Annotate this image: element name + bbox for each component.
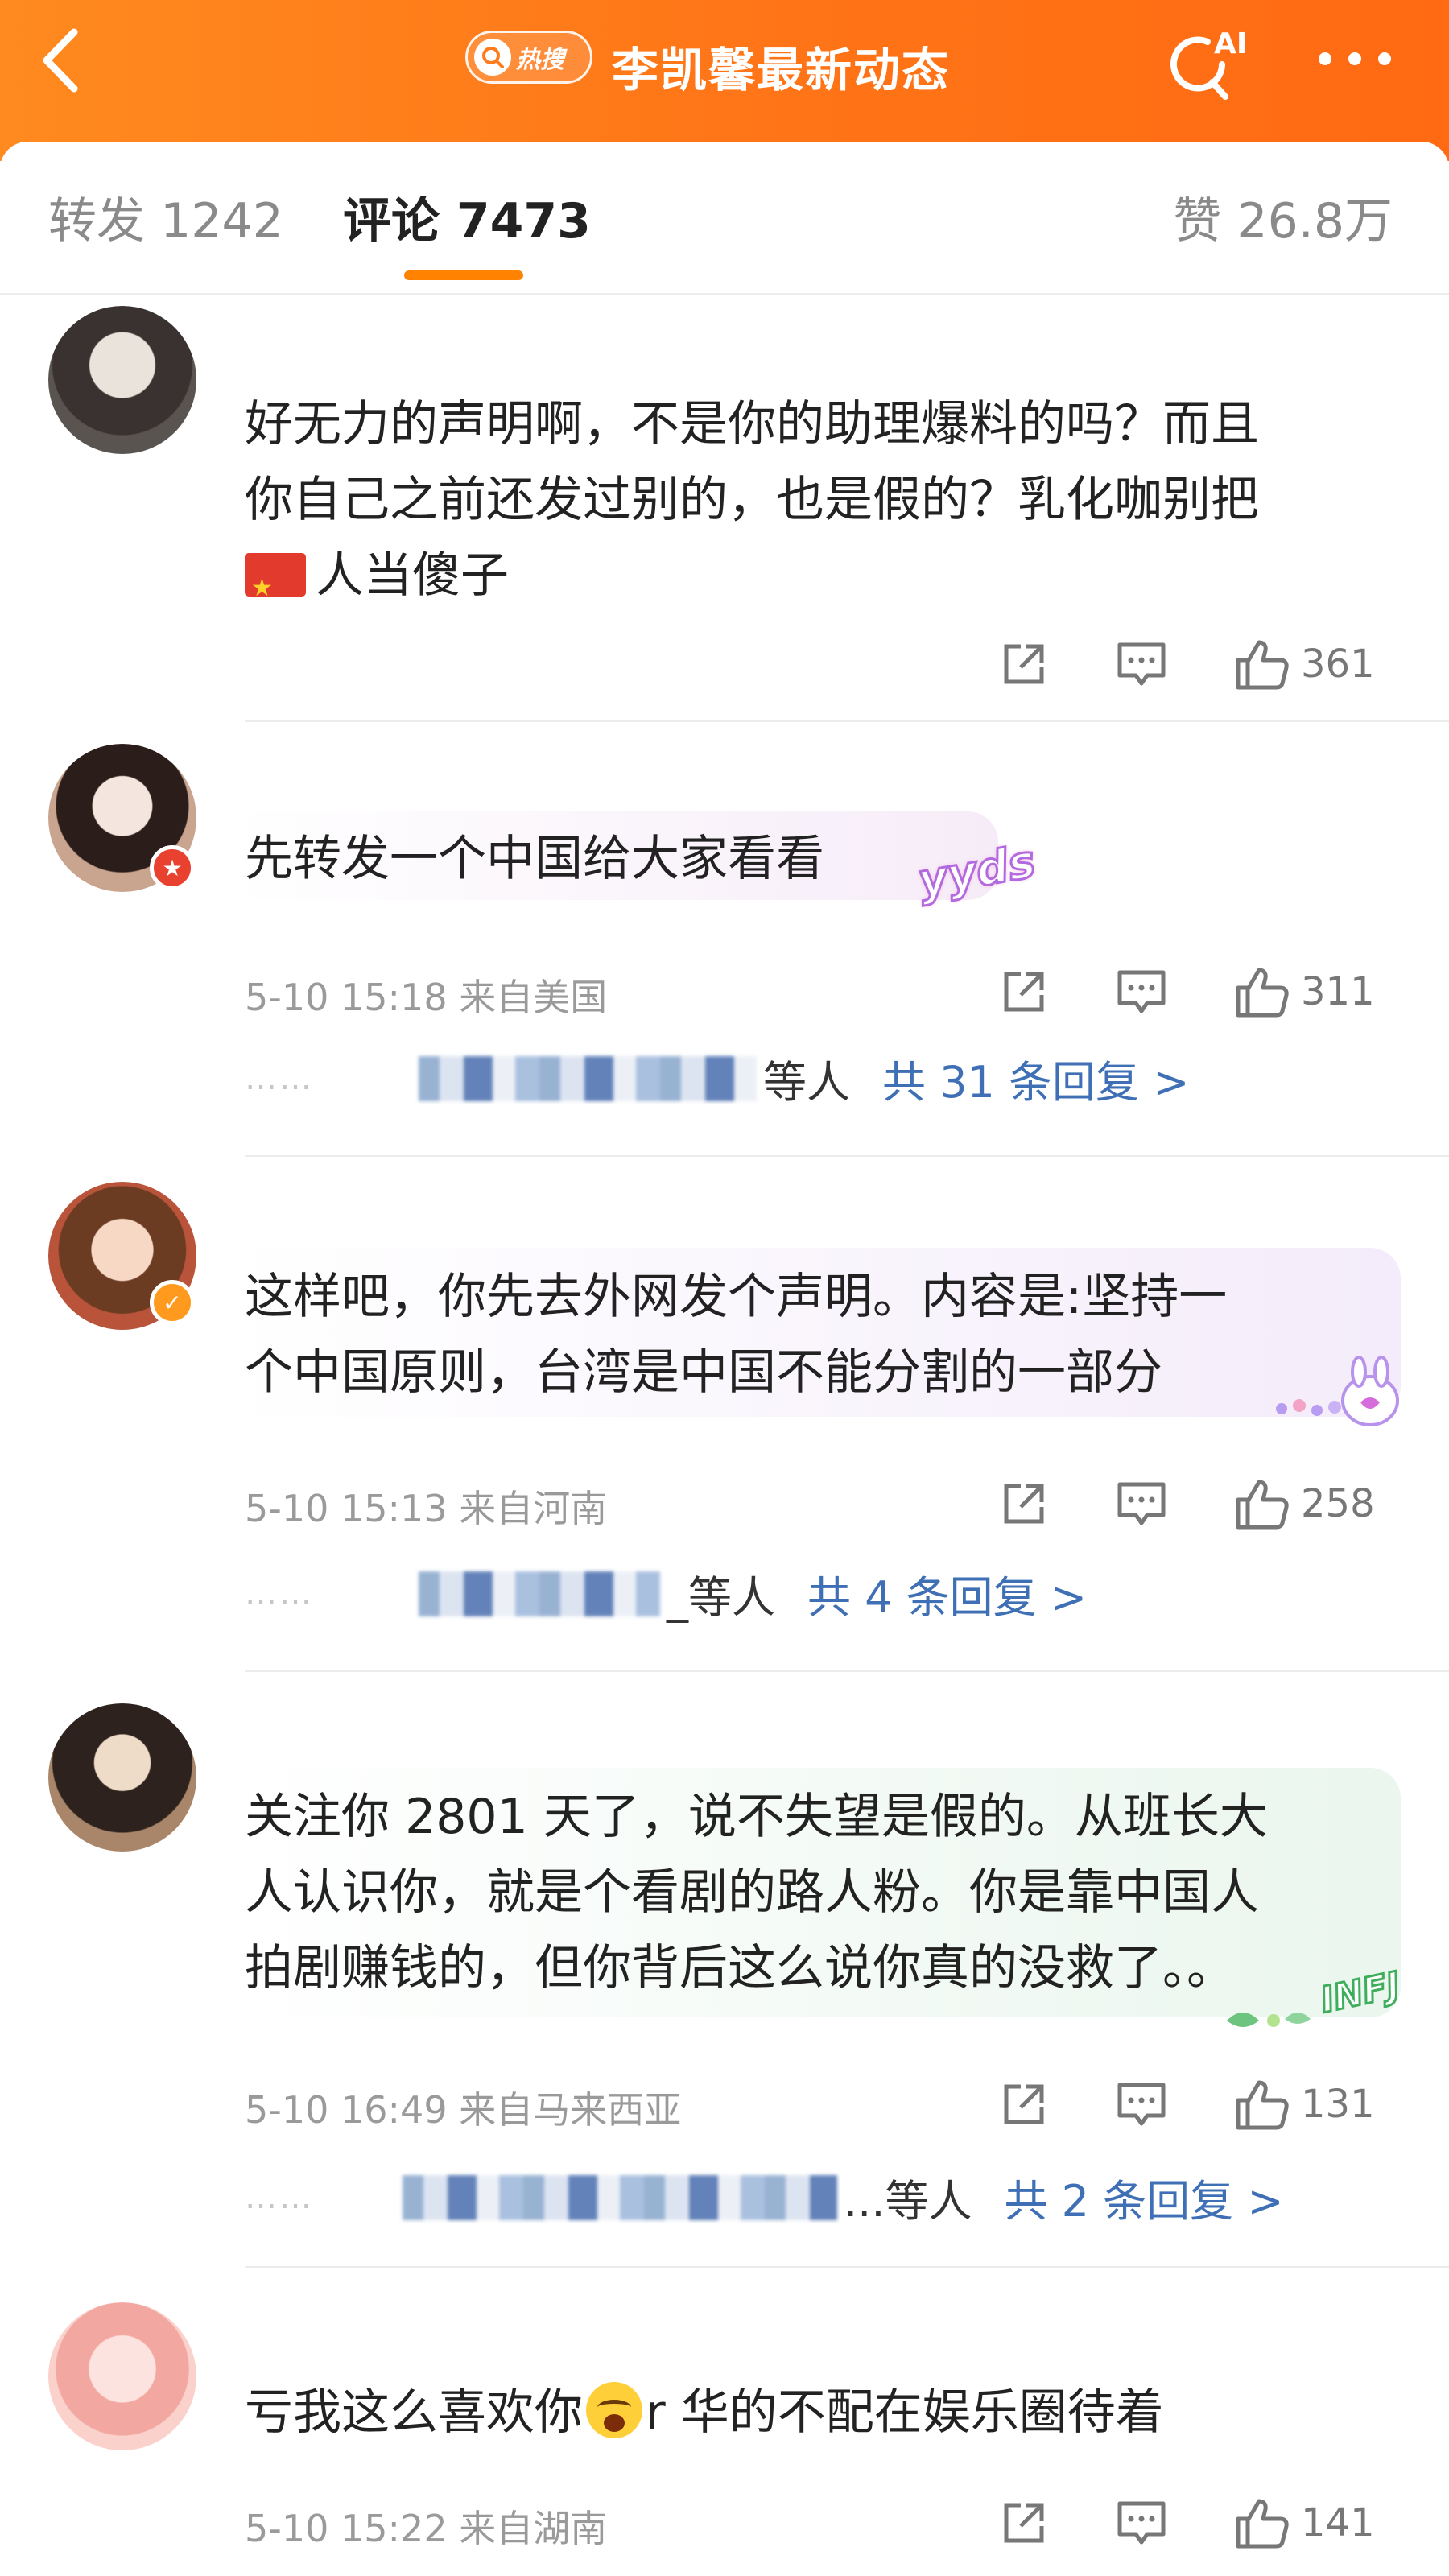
comment-item: 关注你 2801 天了，说不失望是假的。从班长大 人认识你，就是个看剧的路人粉。… bbox=[0, 1674, 1449, 2270]
like-count: 258 bbox=[1301, 1481, 1375, 1526]
view-replies-link[interactable]: 共 4 条回复 > bbox=[807, 1562, 1087, 1625]
like-button[interactable]: 361 bbox=[1233, 632, 1375, 696]
top-bar: 热搜 李凯馨最新动态 AI bbox=[0, 0, 1449, 161]
comment-text: 亏我这么喜欢你 r 华的不配在娱乐圈待着 bbox=[245, 2375, 1388, 2450]
comment-meta: 5-10 15:22 来自湖南 bbox=[245, 2507, 608, 2550]
share-icon bbox=[1004, 2084, 1044, 2124]
divider bbox=[245, 1155, 1449, 1157]
comment-text: 好无力的声明啊，不是你的助理爆料的吗？而且 你自己之前还发过别的，也是假的？乳化… bbox=[245, 386, 1388, 626]
active-tab-indicator bbox=[404, 270, 523, 280]
share-button[interactable] bbox=[998, 1472, 1050, 1536]
like-count: 361 bbox=[1301, 642, 1375, 687]
replies-suffix: ...等人 bbox=[844, 2176, 972, 2227]
comment-actions: 258 bbox=[998, 1472, 1401, 1536]
tab-comment[interactable]: 评论 7473 bbox=[343, 185, 591, 258]
blurred-usernames bbox=[419, 1571, 660, 1616]
share-button[interactable] bbox=[998, 2491, 1050, 2555]
like-count: 141 bbox=[1301, 2500, 1375, 2545]
reply-icon bbox=[1117, 642, 1166, 686]
comment-item: 好无力的声明啊，不是你的助理爆料的吗？而且 你自己之前还发过别的，也是假的？乳化… bbox=[0, 298, 1449, 724]
orange-verified-badge-icon: ✓ bbox=[150, 1280, 195, 1325]
svg-text:AI: AI bbox=[1214, 27, 1247, 60]
share-button[interactable] bbox=[998, 2072, 1050, 2136]
avatar[interactable] bbox=[48, 1703, 196, 1852]
like-button[interactable]: 131 bbox=[1233, 2072, 1375, 2136]
tab-repost[interactable]: 转发 1242 bbox=[48, 185, 283, 258]
ai-search-icon: AI bbox=[1170, 27, 1247, 100]
share-icon bbox=[1004, 2503, 1044, 2543]
china-flag-icon bbox=[245, 551, 306, 626]
ai-search-button[interactable]: AI bbox=[1166, 23, 1256, 103]
comment-actions: 361 bbox=[998, 632, 1401, 696]
tab-like[interactable]: 赞 26.8万 bbox=[1173, 185, 1393, 258]
comment-text: 先转发一个中国给大家看看 bbox=[245, 831, 824, 887]
tab-bar: 转发 1242 评论 7473 赞 26.8万 bbox=[0, 142, 1449, 295]
reply-button[interactable] bbox=[1115, 632, 1168, 696]
replies-dots: …… bbox=[245, 1575, 314, 1612]
reply-icon bbox=[1117, 2501, 1166, 2545]
replies-suffix: 等人 bbox=[763, 1057, 850, 1108]
like-button[interactable]: 258 bbox=[1233, 1472, 1375, 1536]
back-button[interactable] bbox=[32, 24, 97, 97]
replies-preview: …… ...等人 共 2 条回复 > bbox=[245, 2165, 1284, 2229]
like-count: 311 bbox=[1301, 969, 1375, 1014]
thumbs-up-icon bbox=[1236, 640, 1289, 690]
blurred-usernames bbox=[402, 2174, 837, 2220]
comment-text: 这样吧，你先去外网发个声明。内容是:坚持一 个中国原则，台湾是中国不能分割的一部… bbox=[245, 1269, 1228, 1401]
page-title: 李凯馨最新动态 bbox=[612, 43, 951, 97]
crying-emoji-icon bbox=[586, 2382, 642, 2438]
thumbs-up-icon bbox=[1236, 2499, 1289, 2549]
view-replies-link[interactable]: 共 2 条回复 > bbox=[1005, 2165, 1284, 2229]
share-icon bbox=[1004, 1484, 1044, 1524]
replies-dots: …… bbox=[245, 1059, 314, 1097]
comment-meta: 5-10 15:18 来自美国 bbox=[245, 976, 608, 1019]
comment-text: 关注你 2801 天了，说不失望是假的。从班长大 人认识你，就是个看剧的路人粉。… bbox=[245, 1789, 1268, 1996]
view-replies-link[interactable]: 共 31 条回复 > bbox=[882, 1046, 1189, 1110]
comment-actions: 131 bbox=[998, 2072, 1401, 2136]
like-button[interactable]: 311 bbox=[1233, 960, 1375, 1024]
comment-item: ★ 先转发一个中国给大家看看 yyds 5-10 15:18 来自美国 311 … bbox=[0, 724, 1449, 1159]
thumbs-up-icon bbox=[1236, 968, 1289, 1018]
share-button[interactable] bbox=[998, 632, 1050, 696]
blurred-usernames bbox=[419, 1055, 757, 1101]
red-vip-badge-icon: ★ bbox=[150, 845, 195, 890]
comment-meta: 5-10 16:49 来自马来西亚 bbox=[245, 2088, 682, 2132]
share-icon bbox=[1004, 972, 1044, 1012]
reply-button[interactable] bbox=[1115, 2072, 1168, 2136]
thumbs-up-icon bbox=[1236, 1480, 1289, 1530]
replies-preview: …… 等人 共 31 条回复 > bbox=[245, 1046, 1189, 1110]
hot-search-label: 热搜 bbox=[516, 46, 564, 74]
thumbs-up-icon bbox=[1236, 2080, 1289, 2130]
leaf-decoration-icon bbox=[1227, 2013, 1311, 2027]
avatar[interactable] bbox=[48, 306, 196, 454]
comment-actions: 311 bbox=[998, 960, 1401, 1024]
search-icon bbox=[474, 39, 511, 76]
bunny-sticker-icon bbox=[1276, 1356, 1399, 1426]
reply-button[interactable] bbox=[1115, 1472, 1168, 1536]
replies-suffix: _等人 bbox=[667, 1572, 775, 1623]
comment-item: ✓ 这样吧，你先去外网发个声明。内容是:坚持一 个中国原则，台湾是中国不能分割的… bbox=[0, 1159, 1449, 1674]
chevron-left-icon bbox=[43, 28, 78, 93]
divider bbox=[245, 2266, 1449, 2268]
divider bbox=[245, 720, 1449, 722]
reply-icon bbox=[1117, 1482, 1166, 1525]
more-button[interactable] bbox=[1311, 32, 1399, 85]
reply-button[interactable] bbox=[1115, 2491, 1168, 2555]
replies-dots: …… bbox=[245, 2178, 314, 2216]
divider bbox=[245, 1670, 1449, 1672]
more-dots-icon bbox=[1319, 52, 1331, 65]
like-count: 131 bbox=[1301, 2082, 1375, 2127]
hot-search-badge[interactable]: 热搜 bbox=[465, 31, 592, 84]
share-button[interactable] bbox=[998, 960, 1050, 1024]
comment-item: 亏我这么喜欢你 r 华的不配在娱乐圈待着 5-10 15:22 来自湖南 141 bbox=[0, 2270, 1449, 2576]
like-button[interactable]: 141 bbox=[1233, 2491, 1375, 2555]
replies-preview: …… _等人 共 4 条回复 > bbox=[245, 1562, 1087, 1625]
reply-icon bbox=[1117, 2083, 1166, 2126]
share-icon bbox=[1004, 644, 1044, 684]
comment-meta: 5-10 15:13 来自河南 bbox=[245, 1487, 608, 1530]
reply-icon bbox=[1117, 970, 1166, 1013]
avatar[interactable] bbox=[48, 2302, 196, 2450]
comment-actions: 141 bbox=[998, 2491, 1401, 2555]
reply-button[interactable] bbox=[1115, 960, 1168, 1024]
